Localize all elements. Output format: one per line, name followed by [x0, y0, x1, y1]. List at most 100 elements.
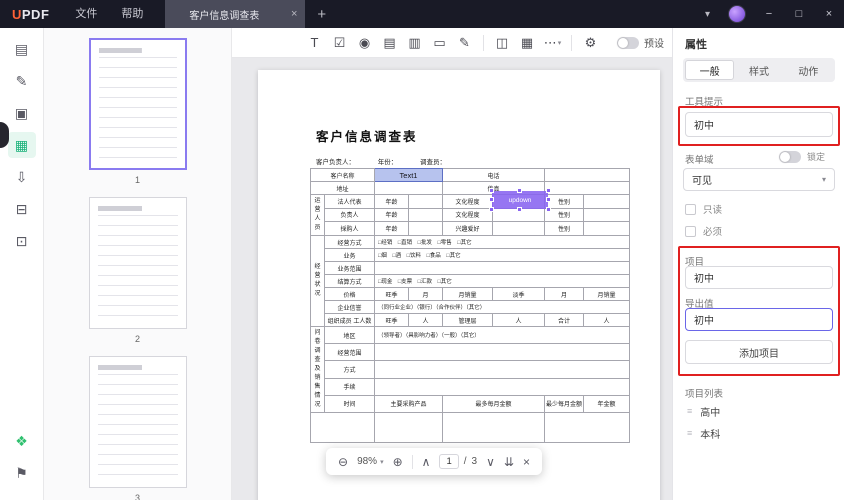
- thumbnail-content: [98, 48, 177, 160]
- option-label: 只读: [703, 205, 723, 216]
- pdf-table-cell: 组织成员 工人数: [324, 313, 375, 327]
- checkbox-field-icon[interactable]: ☑: [327, 32, 352, 54]
- print-icon[interactable]: ⊟: [8, 196, 36, 222]
- annotate-icon[interactable]: ✎: [8, 68, 36, 94]
- more-tools-icon[interactable]: ⋯ ▾: [540, 32, 565, 54]
- list-box-icon[interactable]: ▤: [377, 32, 402, 54]
- next-page-icon[interactable]: ∨: [486, 455, 495, 469]
- pdf-table-cell: 企业信誉: [324, 300, 375, 314]
- tab-close-icon[interactable]: ×: [285, 8, 297, 20]
- menu-item[interactable]: 帮助: [109, 0, 155, 28]
- page-thumbnail[interactable]: 2: [88, 197, 188, 344]
- pdf-table-cell: [310, 412, 375, 443]
- selection-handle[interactable]: [517, 188, 522, 193]
- caret-down-icon: ▾: [821, 175, 826, 184]
- page-thumbnails-icon[interactable]: ▤: [8, 36, 36, 62]
- drag-handle-icon[interactable]: ≡: [687, 428, 692, 438]
- form-tools-icon[interactable]: ▦: [7, 132, 36, 158]
- pdf-table-cell: 性别: [543, 221, 585, 236]
- signature-field-icon[interactable]: ✎: [452, 32, 477, 54]
- extra-tools-group: ⚙: [578, 32, 603, 54]
- selection-handle[interactable]: [489, 197, 494, 202]
- zoom-level: 98%: [357, 456, 378, 467]
- properties-tab[interactable]: 样式: [734, 60, 783, 80]
- pdf-table-cell: 旺季: [374, 313, 409, 327]
- bookmark-icon[interactable]: ⚑: [8, 460, 36, 486]
- pdf-table-cell: 经营状况: [310, 235, 325, 327]
- item-input[interactable]: [685, 266, 833, 289]
- pdf-table-cell: 电话: [442, 168, 545, 182]
- drag-handle-icon[interactable]: ≡: [687, 406, 692, 416]
- item-list-row[interactable]: ≡ 高中: [679, 400, 839, 422]
- text-field-icon[interactable]: T: [302, 32, 327, 54]
- pdf-table: 客户名称Text1电话地址传真运营人员法人代表年龄文化程度性别负责人年龄文化程度…: [310, 168, 631, 443]
- avatar[interactable]: [728, 5, 746, 23]
- chevron-down-icon[interactable]: ▾: [695, 9, 720, 20]
- page-thumbnail[interactable]: 3: [88, 356, 188, 500]
- document-canvas[interactable]: 客户信息调查表 客户负责人： 年份： 调查员： 客户名称Text1电话地址传真运…: [232, 58, 672, 500]
- ai-assistant-icon[interactable]: ❖: [8, 428, 36, 454]
- lock-toggle[interactable]: [779, 150, 801, 163]
- checkbox[interactable]: [685, 225, 696, 237]
- menu-item[interactable]: 文件: [63, 0, 109, 28]
- combo-box-icon[interactable]: ▥: [402, 32, 427, 54]
- pdf-page[interactable]: 客户信息调查表 客户负责人： 年份： 调查员： 客户名称Text1电话地址传真运…: [258, 70, 660, 500]
- selection-handle[interactable]: [546, 207, 551, 212]
- arrange-icon[interactable]: ▦: [515, 32, 540, 54]
- pdf-table-cell: 月: [543, 287, 585, 301]
- thumbnail-image[interactable]: [88, 38, 187, 170]
- page-indicator: 1 / 3: [439, 454, 477, 469]
- pdf-table-cell: 合计: [543, 313, 585, 327]
- page-separator: /: [463, 456, 467, 467]
- selection-handle[interactable]: [546, 197, 551, 202]
- preview-toggle[interactable]: [617, 36, 639, 49]
- field-order-icon[interactable]: ⚙: [578, 32, 603, 54]
- option-row: 必须: [685, 224, 722, 238]
- selection-handle[interactable]: [546, 188, 551, 193]
- new-tab-button[interactable]: +: [317, 6, 326, 23]
- image-icon[interactable]: ▣: [8, 100, 36, 126]
- visibility-select[interactable]: 可见 ▾: [683, 168, 835, 191]
- minimize-button[interactable]: −: [754, 0, 784, 28]
- duplicate-icon[interactable]: ◫: [490, 32, 515, 54]
- close-button[interactable]: ×: [814, 0, 844, 28]
- zoom-out-icon[interactable]: ⊖: [338, 455, 348, 469]
- pdf-table-cell: 文化程度: [442, 194, 493, 209]
- selection-handle[interactable]: [517, 207, 522, 212]
- maximize-button[interactable]: □: [784, 0, 814, 28]
- selection-handle[interactable]: [489, 188, 494, 193]
- radio-field-icon[interactable]: ◉: [352, 32, 377, 54]
- thumbnail-image[interactable]: [88, 356, 187, 488]
- selected-combo-field[interactable]: updown: [489, 188, 551, 212]
- item-list-value: 本科: [700, 429, 721, 441]
- text1-form-field[interactable]: Text1: [374, 168, 443, 182]
- pdf-table-cell: [442, 412, 545, 443]
- tooltip-input[interactable]: [685, 112, 833, 137]
- zoom-level-dropdown[interactable]: 98% ▾: [357, 456, 384, 467]
- toggle-knob: [618, 37, 628, 48]
- app-logo: UPDF: [12, 7, 49, 22]
- pdf-table-cell: 经营方式: [324, 235, 375, 249]
- previous-page-icon[interactable]: ∧: [422, 455, 431, 469]
- selection-handle[interactable]: [489, 207, 494, 212]
- thumbnail-image[interactable]: [88, 197, 187, 329]
- current-page-input[interactable]: 1: [439, 454, 459, 469]
- pdf-table-cell: [543, 412, 631, 443]
- close-statusbar-icon[interactable]: ×: [523, 455, 530, 469]
- export-icon[interactable]: ⇩: [8, 164, 36, 190]
- button-field-icon[interactable]: ▭: [427, 32, 452, 54]
- pdf-table-cell: 问卷调查及销售情况: [310, 326, 325, 413]
- checkbox[interactable]: [685, 203, 696, 215]
- add-item-button[interactable]: 添加项目: [685, 340, 833, 364]
- page-thumbnail[interactable]: 1: [88, 38, 188, 185]
- properties-tab[interactable]: 一般: [685, 60, 735, 80]
- properties-tab[interactable]: 动作: [784, 60, 833, 80]
- organize-pages-icon[interactable]: ⊡: [8, 228, 36, 254]
- fit-page-icon[interactable]: ⇊: [504, 455, 514, 469]
- export-value-input[interactable]: [685, 308, 833, 331]
- item-list-row[interactable]: ≡ 本科: [679, 422, 839, 444]
- pdf-table-cell: [408, 221, 443, 236]
- lock-row: 锁定: [779, 150, 825, 163]
- document-tab[interactable]: 客户信息调查表 ×: [165, 0, 306, 28]
- zoom-in-icon[interactable]: ⊕: [393, 455, 403, 469]
